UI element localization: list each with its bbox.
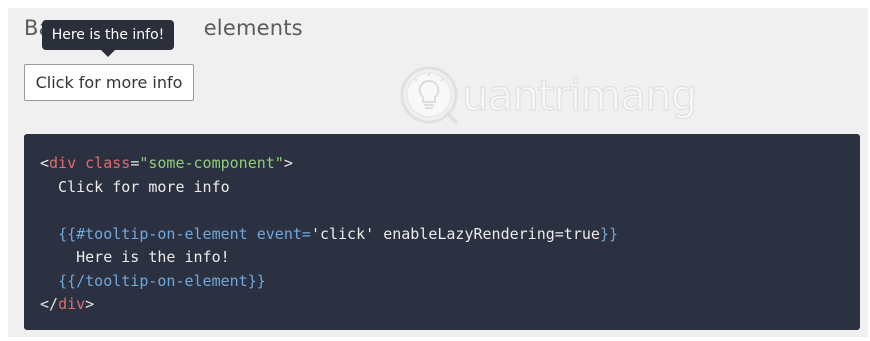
code-token: }} — [599, 224, 618, 243]
tooltip-arrow — [101, 50, 115, 57]
code-token: {{ — [58, 224, 77, 243]
code-token: /tooltip-on-element — [76, 271, 248, 290]
heading-suffix: elements — [203, 16, 303, 40]
code-line-4: {{#tooltip-on-element event='click' enab… — [40, 223, 844, 247]
more-info-button[interactable]: Click for more info — [24, 64, 194, 101]
more-info-button-label: Click for more info — [35, 73, 183, 92]
code-line-7: </div> — [40, 293, 844, 317]
code-token: </ — [40, 295, 59, 313]
code-token: div — [58, 295, 86, 313]
code-line-5: Here is the info! — [40, 248, 230, 266]
code-block: <div class="some-component"> Click for m… — [24, 134, 860, 330]
code-token: event= — [256, 224, 311, 243]
code-token: enableLazyRendering=true — [383, 224, 600, 243]
code-token: = — [130, 154, 140, 172]
code-token: > — [283, 154, 293, 172]
tooltip-text: Here is the info! — [51, 27, 165, 43]
code-token: "some-component" — [139, 154, 284, 172]
code-token: }} — [247, 271, 266, 290]
code-token: #tooltip-on-element — [76, 224, 248, 243]
code-token: > — [85, 295, 95, 313]
code-token: class — [85, 154, 131, 172]
code-line-6: {{/tooltip-on-element}} — [40, 270, 844, 294]
code-token: < — [40, 154, 50, 172]
tooltip: Here is the info! — [42, 20, 174, 50]
code-token: 'click' — [310, 224, 375, 243]
code-token: div — [49, 154, 77, 172]
code-line-1: <div class="some-component"> — [40, 152, 844, 176]
code-line-2: Click for more info — [40, 177, 230, 196]
code-token: {{ — [58, 271, 77, 290]
